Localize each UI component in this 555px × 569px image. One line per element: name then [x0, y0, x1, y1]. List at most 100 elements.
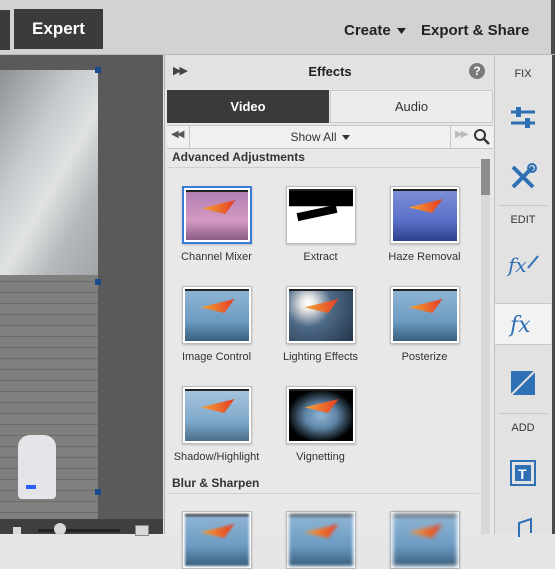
transform-handle[interactable]: [95, 67, 101, 73]
color-split-icon: [510, 370, 536, 396]
effects-tabs: Video Audio: [167, 90, 493, 123]
effect-thumbnail: [389, 286, 460, 344]
effect-thumbnail: [181, 286, 252, 344]
glider-image: [304, 299, 339, 313]
music-note-icon: [518, 517, 532, 537]
section-title-blur-sharpen[interactable]: Blur & Sharpen: [172, 476, 259, 490]
zoom-slider-track[interactable]: [38, 529, 120, 532]
title-text-icon: T: [510, 460, 536, 486]
color-button[interactable]: [501, 363, 545, 403]
toolbar-section-fix: FIX: [514, 68, 532, 80]
transform-handle[interactable]: [95, 489, 101, 495]
next-category-icon[interactable]: ▶▶: [455, 129, 468, 140]
video-frame-curtain: [0, 70, 98, 280]
zoom-slider-knob[interactable]: [54, 523, 66, 535]
tools-icon: [511, 163, 537, 189]
tools-button[interactable]: [501, 157, 545, 197]
effect-thumbnail: [285, 386, 356, 444]
effect-image-control[interactable]: Image Control: [169, 286, 264, 363]
effect-blur-3[interactable]: [377, 511, 472, 569]
section-title-advanced-adjustments[interactable]: Advanced Adjustments: [172, 150, 305, 164]
effect-label: Channel Mixer: [181, 251, 252, 263]
glider-image: [408, 524, 443, 538]
effect-haze-removal[interactable]: Haze Removal: [377, 186, 472, 263]
toolbar-section-add: ADD: [511, 422, 535, 434]
effect-blur-2[interactable]: [273, 511, 368, 569]
zoom-in-icon[interactable]: [135, 525, 149, 536]
section-divider: [167, 167, 479, 168]
video-frame-light: [26, 485, 36, 489]
category-dropdown-value: Show All: [290, 130, 337, 144]
effect-thumbnail: [389, 186, 460, 244]
monitor-panel[interactable]: [0, 55, 163, 534]
effect-lighting-effects[interactable]: Lighting Effects: [273, 286, 368, 363]
music-button[interactable]: [501, 505, 545, 545]
previous-category-icon[interactable]: ◀◀: [171, 129, 184, 140]
glider-image: [200, 299, 235, 313]
effect-thumbnail: [389, 511, 460, 569]
chevron-down-icon: [341, 134, 350, 140]
effect-label: Extract: [303, 251, 338, 263]
right-toolbar: FIX EDIT fx fx ADD T: [494, 55, 555, 537]
create-button[interactable]: Create: [344, 22, 406, 39]
effect-thumbnail: [285, 186, 356, 244]
window-edge: [551, 0, 555, 54]
glider-image: [200, 399, 235, 413]
transform-handle[interactable]: [95, 279, 101, 285]
effect-label: Lighting Effects: [282, 351, 358, 363]
effects-panel: ▶▶ Effects ? Video Audio ◀◀ Show All ▶▶ …: [164, 55, 495, 569]
svg-text:T: T: [518, 466, 527, 482]
toolbar-section-edit: EDIT: [510, 214, 536, 226]
effect-thumbnail: [285, 511, 356, 569]
top-bar: Expert Create Export & Share: [0, 0, 555, 55]
tab-video[interactable]: Video: [167, 90, 329, 123]
panel-header: ▶▶ Effects ?: [165, 55, 495, 89]
effect-shadow-highlight[interactable]: Shadow/Highlight: [169, 386, 264, 463]
effects-button[interactable]: fx: [495, 303, 551, 345]
effect-thumbnail: [181, 186, 252, 244]
glider-image: [304, 524, 339, 538]
effect-blur-1[interactable]: [169, 511, 264, 569]
effect-label: Vignetting: [296, 451, 345, 463]
glider-image: [201, 200, 236, 214]
section-divider: [167, 493, 479, 494]
effect-thumbnail: [181, 511, 252, 569]
titles-button[interactable]: T: [501, 453, 545, 493]
effect-label: Shadow/Highlight: [173, 451, 260, 463]
scrollbar-thumb[interactable]: [481, 159, 490, 195]
tab-audio[interactable]: Audio: [330, 90, 493, 123]
glider-image: [304, 399, 339, 413]
effect-thumbnail: [285, 286, 356, 344]
fx-icon: fx: [508, 313, 531, 338]
glider-image: [408, 299, 443, 313]
category-dropdown[interactable]: Show All: [189, 126, 451, 148]
chevron-down-icon: [396, 27, 406, 34]
effect-label: Haze Removal: [388, 251, 461, 263]
toolbar-divider: [499, 205, 547, 206]
help-icon[interactable]: ?: [469, 63, 485, 79]
glider-silhouette: [296, 204, 337, 222]
svg-text:fx: fx: [506, 253, 527, 277]
glider-image: [408, 199, 443, 213]
effect-vignetting[interactable]: Vignetting: [273, 386, 368, 463]
svg-text:fx: fx: [508, 313, 531, 338]
effect-label: Image Control: [181, 351, 252, 363]
effect-channel-mixer[interactable]: Channel Mixer: [169, 186, 264, 263]
tab-expert[interactable]: Expert: [14, 9, 103, 49]
panel-title: Effects: [308, 64, 352, 79]
sliders-icon: [511, 107, 535, 128]
effect-posterize[interactable]: Posterize: [377, 286, 472, 363]
video-frame-object: [18, 435, 56, 499]
adjustments-button[interactable]: [501, 98, 545, 138]
fx-transition-icon: fx: [506, 253, 539, 277]
export-share-button[interactable]: Export & Share: [421, 22, 529, 39]
search-icon[interactable]: [473, 128, 491, 146]
create-label: Create: [344, 22, 391, 39]
effects-scrollbar[interactable]: [481, 159, 490, 534]
transitions-button[interactable]: fx: [501, 245, 545, 285]
effect-extract[interactable]: Extract: [273, 186, 368, 263]
glider-image: [200, 524, 235, 538]
effect-thumbnail: [181, 386, 252, 444]
effect-label: Posterize: [401, 351, 448, 363]
zoom-out-icon[interactable]: [13, 527, 21, 534]
